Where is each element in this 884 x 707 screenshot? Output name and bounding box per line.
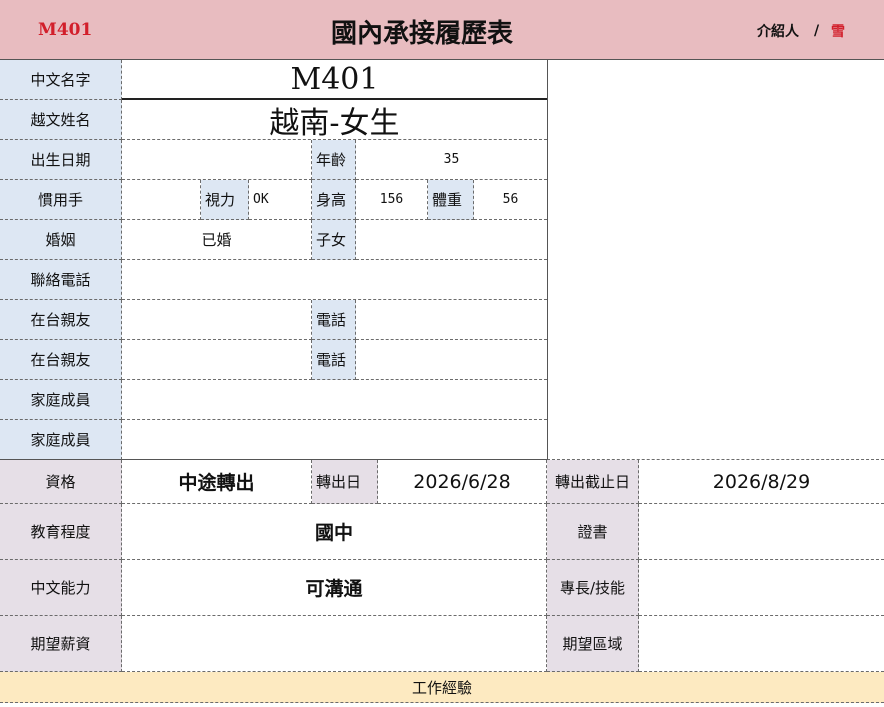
label-skills: 專長/技能 xyxy=(547,560,639,616)
label-children: 子女 xyxy=(312,220,356,260)
value-friend-2 xyxy=(122,340,312,380)
label-weight: 體重 xyxy=(428,180,474,220)
value-family-2 xyxy=(122,420,547,460)
value-skills xyxy=(639,560,884,616)
value-chinese-ability: 可溝通 xyxy=(122,560,547,616)
value-friend-2-phone xyxy=(356,340,547,380)
label-dominant-hand: 慣用手 xyxy=(0,180,122,220)
value-age: 35 xyxy=(356,140,547,180)
value-height: 156 xyxy=(356,180,428,220)
work-experience-row xyxy=(0,703,884,707)
value-certificate xyxy=(639,504,884,560)
value-children xyxy=(356,220,547,260)
value-deadline: 2026/8/29 xyxy=(639,460,884,504)
label-contact-phone: 聯絡電話 xyxy=(0,260,122,300)
value-qualification: 中途轉出 xyxy=(122,460,312,504)
value-vision: OK xyxy=(249,180,312,220)
value-transfer-date: 2026/6/28 xyxy=(378,460,547,504)
label-qualification: 資格 xyxy=(0,460,122,504)
introducer-label: 介紹人 xyxy=(757,24,799,40)
label-expected-area: 期望區域 xyxy=(547,616,639,672)
label-deadline: 轉出截止日 xyxy=(547,460,639,504)
label-education: 教育程度 xyxy=(0,504,122,560)
label-chinese-ability: 中文能力 xyxy=(0,560,122,616)
value-marriage: 已婚 xyxy=(122,220,312,260)
value-expected-area xyxy=(639,616,884,672)
value-dominant-hand xyxy=(122,180,201,220)
label-viet-name: 越文姓名 xyxy=(0,100,122,140)
value-friend-1-phone xyxy=(356,300,547,340)
value-birth-date xyxy=(122,140,312,180)
label-certificate: 證書 xyxy=(547,504,639,560)
value-friend-1 xyxy=(122,300,312,340)
value-family-1 xyxy=(122,380,547,420)
label-marriage: 婚姻 xyxy=(0,220,122,260)
resume-code: M401 xyxy=(38,20,93,40)
value-weight: 56 xyxy=(474,180,547,220)
page-title: 國內承接履歷表 xyxy=(330,18,513,49)
introducer-name: 雪 xyxy=(831,24,845,40)
label-friend-2: 在台親友 xyxy=(0,340,122,380)
label-transfer-date: 轉出日 xyxy=(312,460,378,504)
label-expected-salary: 期望薪資 xyxy=(0,616,122,672)
label-friend-1: 在台親友 xyxy=(0,300,122,340)
value-chinese-name: M401 xyxy=(122,60,547,100)
label-family-1: 家庭成員 xyxy=(0,380,122,420)
label-family-2: 家庭成員 xyxy=(0,420,122,460)
photo-area xyxy=(547,60,884,460)
resume-sheet: M401 國內承接履歷表 介紹人 / 雪 中文名字 M401 越文姓名 越南-女… xyxy=(0,0,884,707)
value-contact-phone xyxy=(122,260,547,300)
label-height: 身高 xyxy=(312,180,356,220)
label-friend-2-phone: 電話 xyxy=(312,340,356,380)
label-vision: 視力 xyxy=(201,180,249,220)
label-age: 年齡 xyxy=(312,140,356,180)
value-education: 國中 xyxy=(122,504,547,560)
section-work-experience: 工作經驗 xyxy=(0,672,884,703)
value-viet-name: 越南-女生 xyxy=(122,100,547,140)
value-expected-salary xyxy=(122,616,547,672)
label-birth-date: 出生日期 xyxy=(0,140,122,180)
introducer-slash: / xyxy=(814,23,820,39)
label-friend-1-phone: 電話 xyxy=(312,300,356,340)
label-chinese-name: 中文名字 xyxy=(0,60,122,100)
